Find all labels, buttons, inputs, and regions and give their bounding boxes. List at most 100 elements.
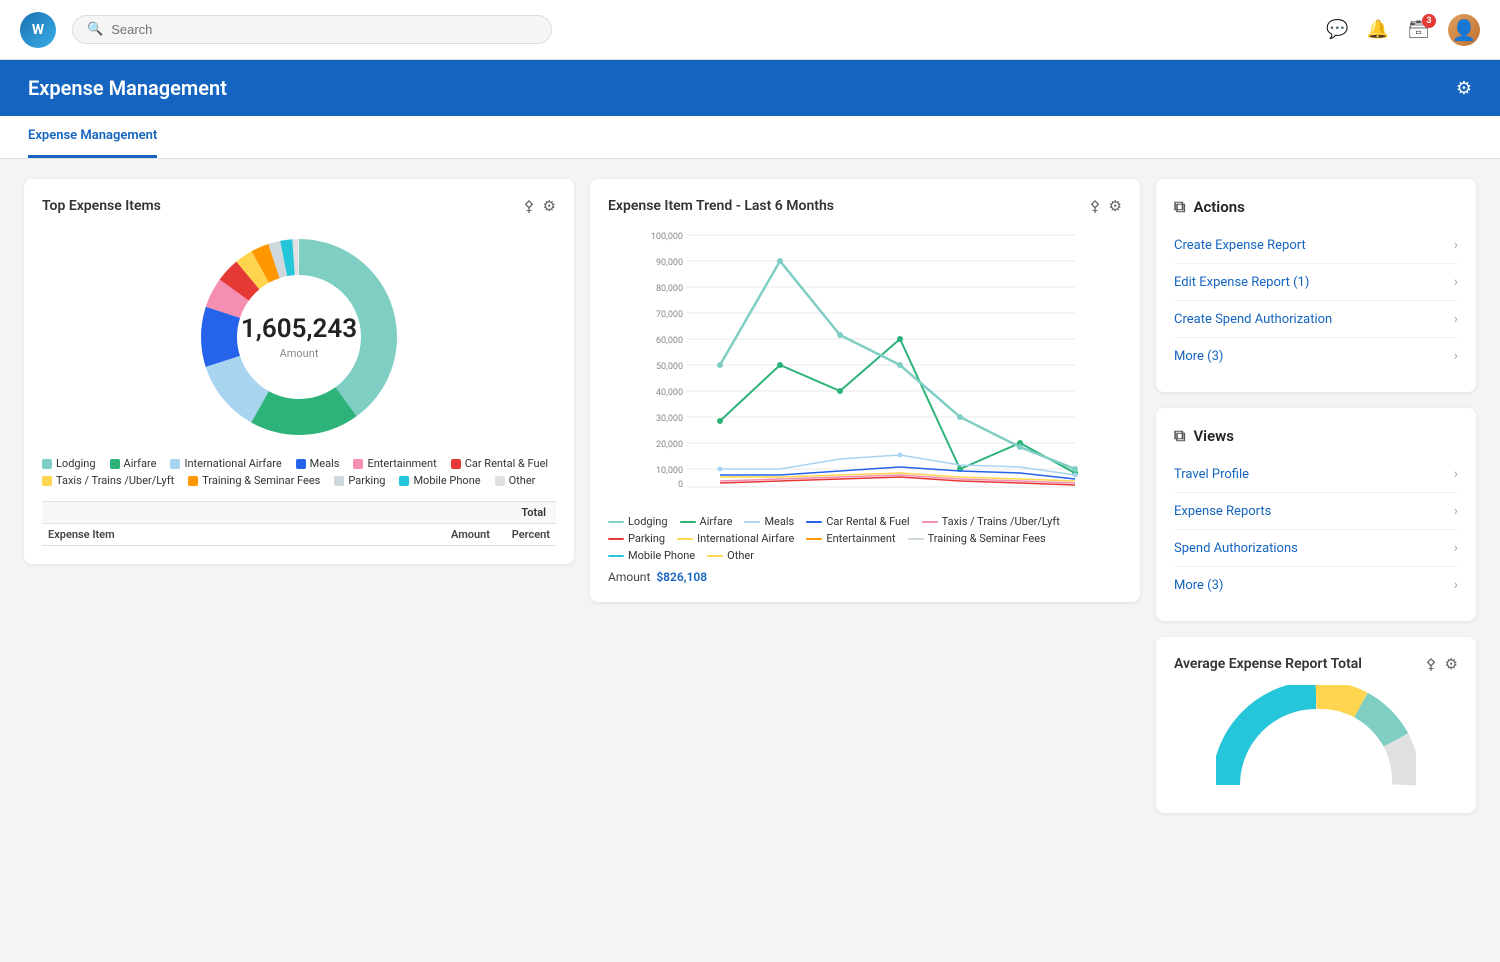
view-label: Spend Authorizations [1174, 541, 1298, 556]
trend-filter-icon[interactable]: ⚴ [1090, 197, 1101, 215]
view-label: Travel Profile [1174, 467, 1249, 482]
action-item[interactable]: More (3) › [1174, 338, 1458, 374]
chart-legend-item: International Airfare [677, 532, 794, 545]
action-label: Edit Expense Report (1) [1174, 275, 1309, 290]
chart-legend-item: Other [707, 549, 754, 562]
avg-expense-card: Average Expense Report Total ⚴ ⚙ [1156, 637, 1476, 813]
top-expense-filter-icon[interactable]: ⚴ [524, 197, 535, 215]
top-expense-card: Top Expense Items ⚴ ⚙ [24, 179, 574, 564]
tab-bar: Expense Management [0, 116, 1500, 159]
col-total-label: Total [521, 506, 550, 519]
search-icon: 🔍 [87, 22, 103, 37]
table-subheader: Expense Item Amount Percent [42, 524, 556, 546]
page-header: Expense Management ⚙ [0, 60, 1500, 116]
inbox-badge: 3 [1422, 14, 1436, 28]
view-item[interactable]: Travel Profile› [1174, 456, 1458, 493]
line-chart-area: 100,000 90,000 80,000 70,000 60,000 50,0… [608, 227, 1122, 507]
trend-gear-icon[interactable]: ⚙ [1109, 197, 1122, 215]
chart-legend-item: Parking [608, 532, 665, 545]
svg-text:10,000: 10,000 [656, 466, 683, 476]
chart-legend-item: Training & Seminar Fees [908, 532, 1046, 545]
action-label: Create Spend Authorization [1174, 312, 1332, 327]
actions-section-title: ⧉ Actions [1174, 197, 1458, 217]
half-donut-svg [1216, 685, 1416, 795]
avg-header: Average Expense Report Total ⚴ ⚙ [1174, 655, 1458, 673]
svg-text:70,000: 70,000 [656, 310, 683, 320]
right-panel: ⧉ Actions Create Expense Report›Edit Exp… [1156, 179, 1476, 813]
action-item[interactable]: Create Spend Authorization › [1174, 301, 1458, 338]
legend-item: Other [495, 474, 536, 487]
view-item[interactable]: Spend Authorizations › [1174, 530, 1458, 567]
chart-legend-item: Airfare [680, 515, 733, 528]
view-label: More (3) [1174, 578, 1223, 593]
action-item[interactable]: Edit Expense Report (1) › [1174, 264, 1458, 301]
line-chart-svg: 100,000 90,000 80,000 70,000 60,000 50,0… [608, 227, 1122, 497]
views-list: Travel Profile›Expense Reports›Spend Aut… [1174, 456, 1458, 603]
svg-text:20,000: 20,000 [656, 440, 683, 450]
half-donut-container [1174, 685, 1458, 795]
chevron-icon: › [1454, 540, 1458, 556]
tab-expense-management[interactable]: Expense Management [28, 116, 157, 158]
legend-item: Training & Seminar Fees [188, 474, 320, 487]
legend-item: Meals [296, 457, 340, 470]
expense-table: Total Expense Item Amount Percent [42, 501, 556, 546]
chart-legend-item: Mobile Phone [608, 549, 695, 562]
svg-text:40,000: 40,000 [656, 388, 683, 398]
actions-card: ⧉ Actions Create Expense Report›Edit Exp… [1156, 179, 1476, 392]
avg-filter-icon[interactable]: ⚴ [1426, 655, 1437, 673]
top-expense-gear-icon[interactable]: ⚙ [543, 197, 556, 215]
donut-label: Amount [241, 347, 357, 360]
search-input[interactable] [111, 22, 537, 37]
chevron-icon: › [1454, 577, 1458, 593]
top-expense-icons: ⚴ ⚙ [524, 197, 556, 215]
top-nav: W 🔍 💬 🔔 🗃 3 👤 [0, 0, 1500, 60]
inbox-icon[interactable]: 🗃 3 [1407, 19, 1430, 40]
workday-logo[interactable]: W [20, 12, 56, 48]
amount-total: Amount $826,108 [608, 570, 1122, 584]
chat-icon[interactable]: 💬 [1326, 19, 1348, 40]
chart-legend: LodgingAirfareMealsCar Rental & FuelTaxi… [608, 515, 1122, 562]
legend-item: Mobile Phone [399, 474, 480, 487]
expense-trend-card: Expense Item Trend - Last 6 Months ⚴ ⚙ 1… [590, 179, 1140, 602]
legend-item: Lodging [42, 457, 96, 470]
donut-amount: 1,605,243 [241, 314, 357, 345]
view-item[interactable]: Expense Reports› [1174, 493, 1458, 530]
notification-icon[interactable]: 🔔 [1367, 19, 1389, 40]
legend-item: Taxis / Trains /Uber/Lyft [42, 474, 174, 487]
action-label: Create Expense Report [1174, 238, 1306, 253]
action-item[interactable]: Create Expense Report› [1174, 227, 1458, 264]
col-amount-label: Amount [430, 528, 490, 541]
views-copy-icon: ⧉ [1174, 426, 1185, 446]
settings-icon[interactable]: ⚙ [1456, 78, 1472, 99]
nav-icons: 💬 🔔 🗃 3 👤 [1326, 14, 1480, 46]
avatar[interactable]: 👤 [1448, 14, 1480, 46]
chart-legend-item: Meals [744, 515, 794, 528]
legend-item: Airfare [110, 457, 157, 470]
legend-item: Entertainment [353, 457, 436, 470]
table-header: Total [42, 502, 556, 524]
donut-legend: Lodging Airfare International Airfare Meals… [42, 457, 556, 487]
chevron-icon: › [1454, 348, 1458, 364]
avg-gear-icon[interactable]: ⚙ [1445, 655, 1458, 673]
col-item-label: Expense Item [48, 528, 430, 541]
legend-item: Car Rental & Fuel [451, 457, 548, 470]
chart-legend-item: Taxis / Trains /Uber/Lyft [922, 515, 1060, 528]
views-card: ⧉ Views Travel Profile›Expense Reports›S… [1156, 408, 1476, 621]
actions-list: Create Expense Report›Edit Expense Repor… [1174, 227, 1458, 374]
svg-text:90,000: 90,000 [656, 258, 683, 268]
top-expense-header: Top Expense Items ⚴ ⚙ [42, 197, 556, 215]
donut-center: 1,605,243 Amount [241, 314, 357, 360]
donut-chart-container: 1,605,243 Amount [42, 227, 556, 447]
chevron-icon: › [1454, 311, 1458, 327]
legend-item: Parking [334, 474, 385, 487]
actions-copy-icon: ⧉ [1174, 197, 1185, 217]
chart-legend-item: Car Rental & Fuel [806, 515, 909, 528]
search-bar[interactable]: 🔍 [72, 15, 552, 44]
legend-item: International Airfare [170, 457, 281, 470]
trend-header: Expense Item Trend - Last 6 Months ⚴ ⚙ [608, 197, 1122, 215]
col-percent-label: Percent [490, 528, 550, 541]
avg-title: Average Expense Report Total [1174, 656, 1362, 672]
action-label: More (3) [1174, 349, 1223, 364]
chevron-icon: › [1454, 274, 1458, 290]
view-item[interactable]: More (3) › [1174, 567, 1458, 603]
